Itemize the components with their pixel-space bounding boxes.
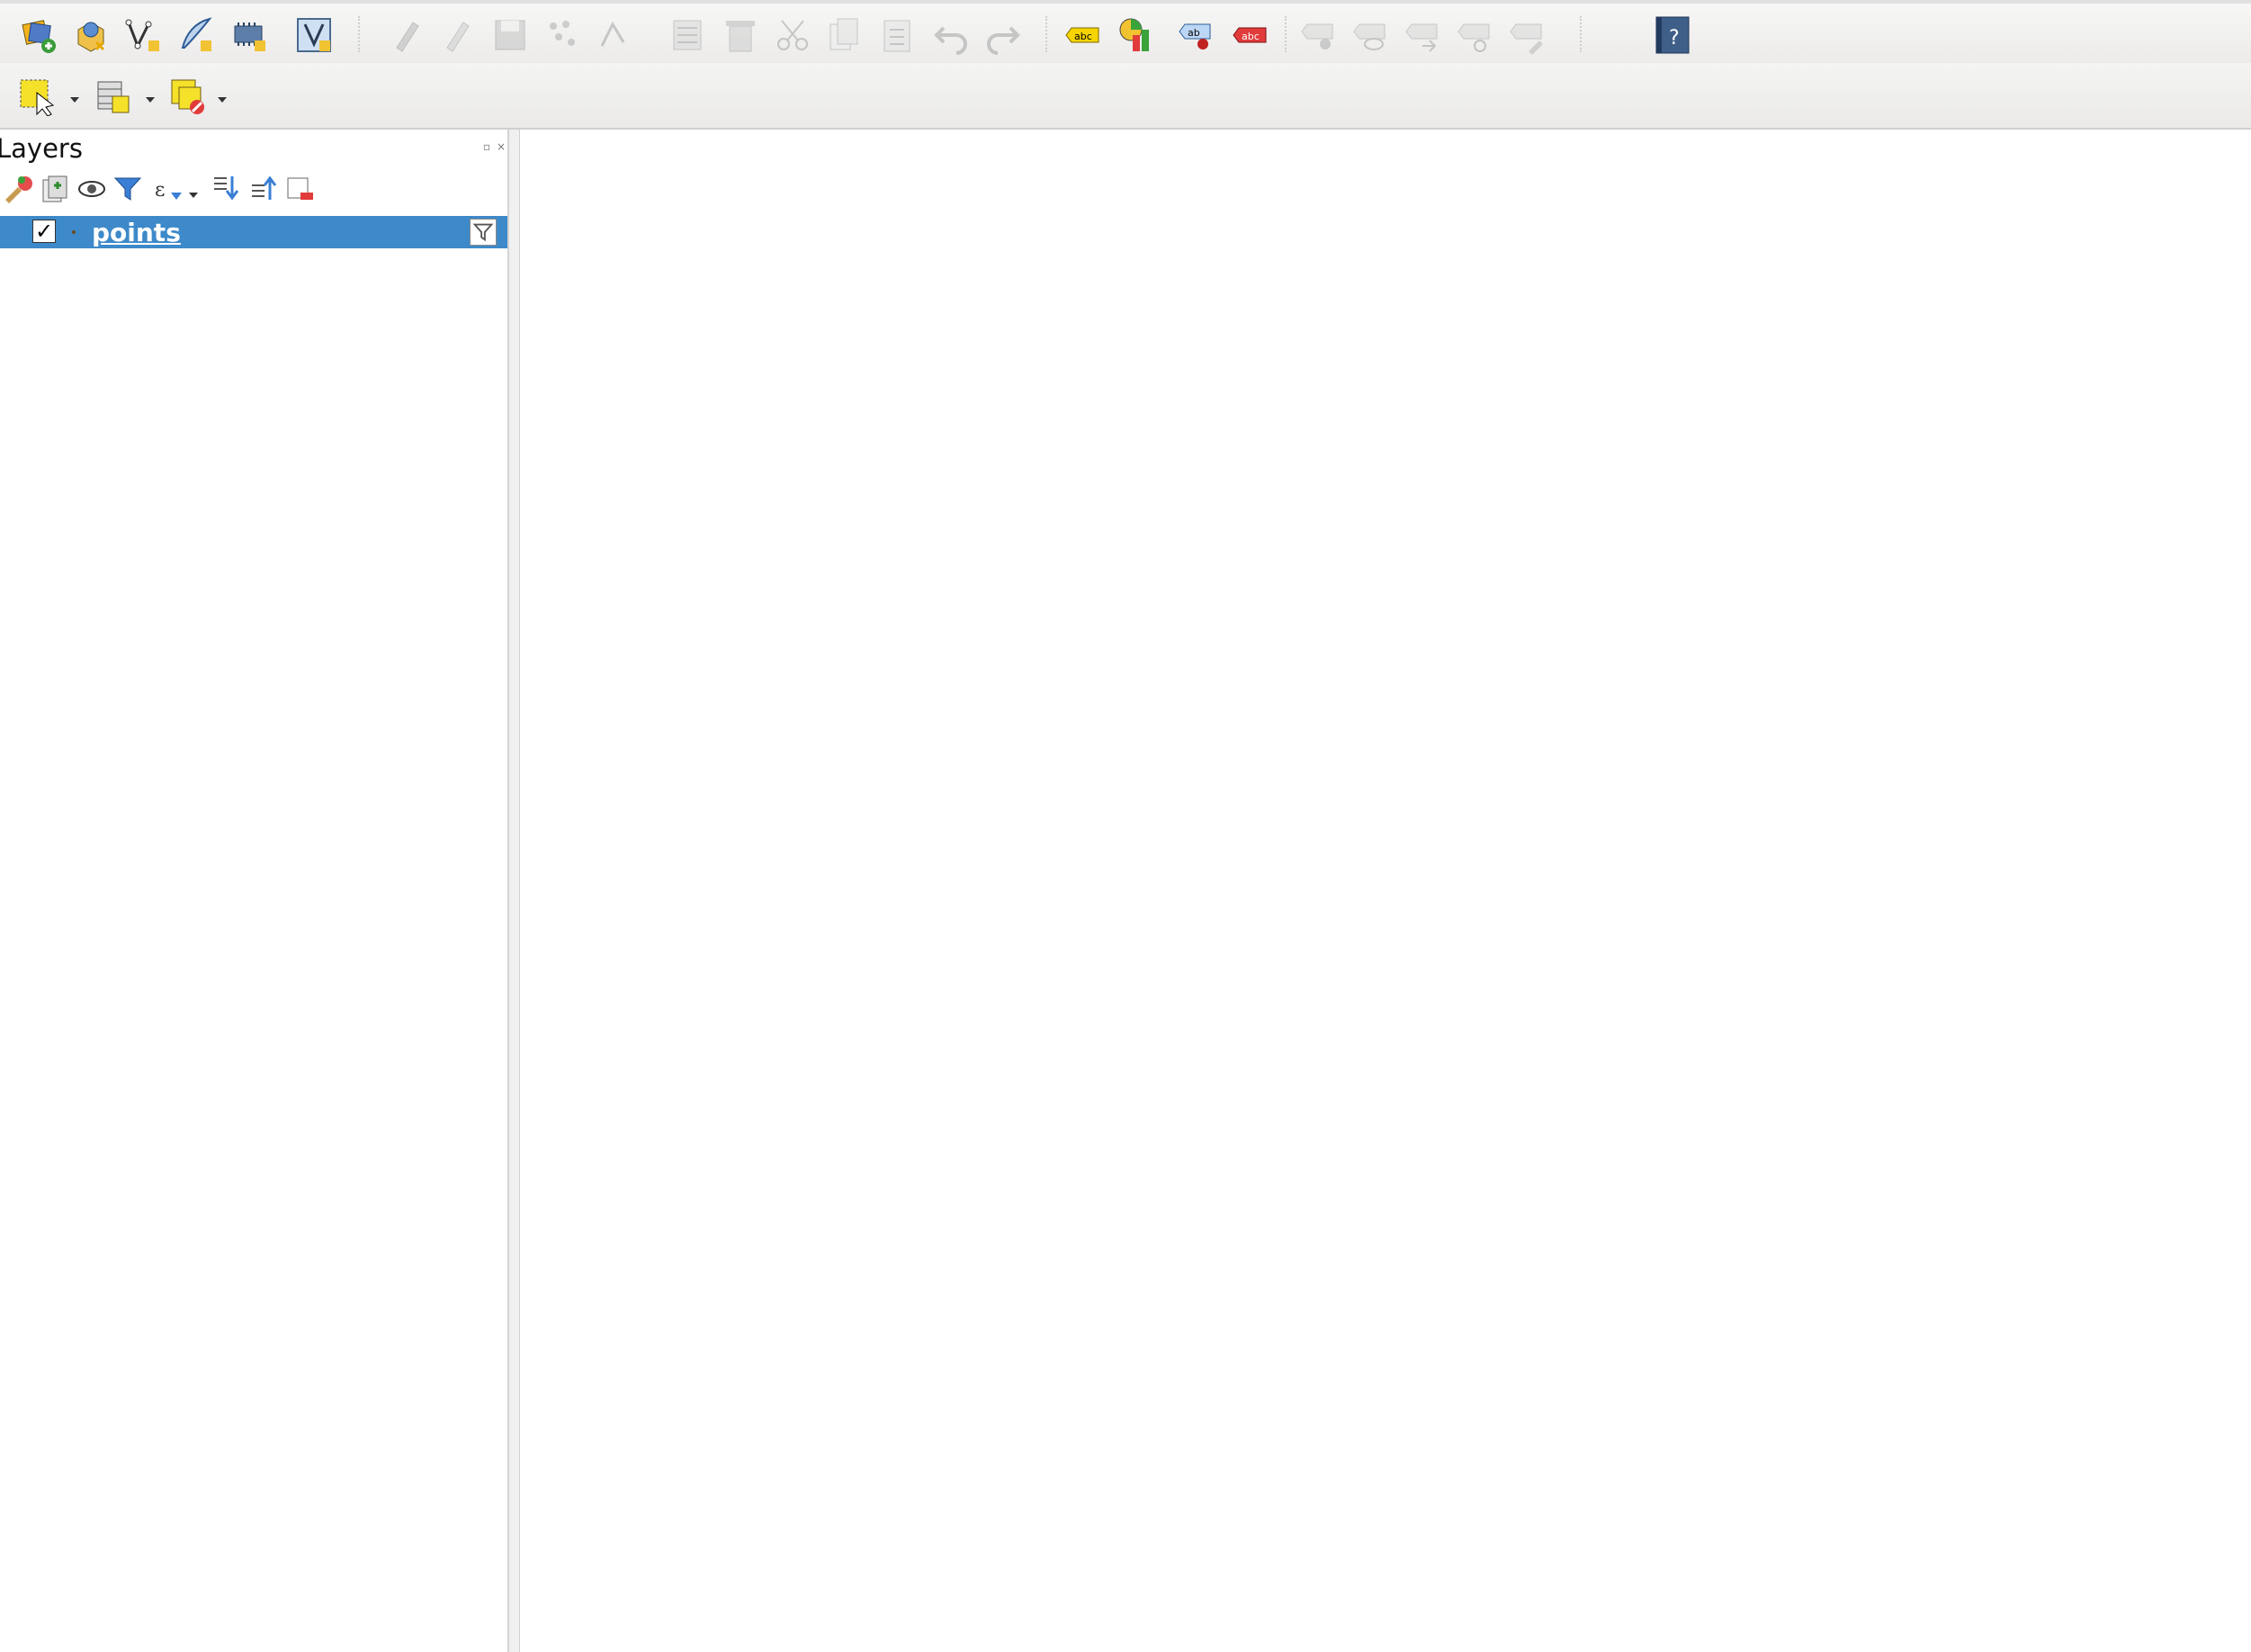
layers-panel: Layers ▫ × ε ✓ points: [0, 130, 509, 1652]
new-spatialite-layer-icon[interactable]: [175, 14, 216, 56]
highlight-labels-icon[interactable]: abc: [1229, 14, 1270, 56]
select-features-icon[interactable]: [16, 76, 58, 117]
label-toolbar-icon[interactable]: abc: [1062, 14, 1103, 56]
float-panel-icon[interactable]: ▫: [480, 140, 493, 153]
svg-text:ε: ε: [155, 179, 165, 202]
cut-features-icon[interactable]: [772, 14, 813, 56]
chevron-down-icon[interactable]: [68, 94, 81, 106]
panel-splitter[interactable]: [509, 130, 520, 1652]
help-icon[interactable]: ?: [1652, 14, 1693, 56]
copy-features-icon[interactable]: [824, 14, 865, 56]
delete-selected-icon[interactable]: [720, 14, 761, 56]
svg-text:abc: abc: [1242, 31, 1260, 42]
svg-text:abc: abc: [1074, 31, 1092, 42]
new-temporary-layer-icon[interactable]: [229, 14, 270, 56]
save-layer-edits-icon[interactable]: [489, 14, 531, 56]
diagram-options-icon[interactable]: [1116, 14, 1157, 56]
chevron-down-icon[interactable]: [144, 94, 157, 106]
deselect-features-icon[interactable]: [167, 76, 209, 117]
undo-icon[interactable]: [930, 14, 972, 56]
layers-toolbar: ε: [0, 169, 504, 211]
remove-layer-icon[interactable]: [284, 173, 317, 205]
change-label-icon[interactable]: [1402, 14, 1443, 56]
selection-toolbar: [0, 63, 2251, 130]
new-virtual-layer-icon[interactable]: [293, 14, 335, 56]
map-canvas[interactable]: [520, 130, 2251, 1652]
points-layer-render: [520, 130, 2251, 1652]
modify-attributes-icon[interactable]: [668, 14, 709, 56]
collapse-all-icon[interactable]: [247, 173, 279, 205]
layer-item-points[interactable]: ✓ points: [0, 216, 507, 248]
filter-legend-icon[interactable]: [112, 173, 144, 205]
current-edits-icon[interactable]: [387, 14, 428, 56]
point-symbol-icon: [72, 230, 76, 234]
svg-text:ab: ab: [1188, 27, 1200, 39]
show-hide-labels-icon[interactable]: [1350, 14, 1391, 56]
layer-visibility-checkbox[interactable]: ✓: [32, 220, 56, 243]
open-data-source-manager-icon[interactable]: [18, 14, 59, 56]
toggle-editing-icon[interactable]: [437, 14, 479, 56]
redo-icon[interactable]: [982, 14, 1024, 56]
style-brush-icon[interactable]: [2, 173, 34, 205]
manage-visibility-icon[interactable]: [76, 173, 108, 205]
add-group-icon[interactable]: [38, 173, 70, 205]
attribute-table-icon[interactable]: [92, 76, 133, 117]
rotate-label-icon[interactable]: [1454, 14, 1495, 56]
close-panel-icon[interactable]: ×: [495, 140, 507, 153]
paste-features-icon[interactable]: [876, 14, 918, 56]
vertex-tool-icon[interactable]: [596, 14, 637, 56]
panel-title: Layers: [0, 133, 83, 164]
chevron-down-icon[interactable]: [216, 94, 229, 106]
add-point-feature-icon[interactable]: [542, 14, 583, 56]
pin-labels-icon[interactable]: ab: [1175, 14, 1216, 56]
svg-text:?: ?: [1669, 27, 1680, 49]
filter-expression-icon[interactable]: ε: [151, 173, 184, 205]
layer-filter-icon[interactable]: [470, 219, 497, 246]
chevron-down-icon[interactable]: [187, 189, 200, 202]
move-label-icon[interactable]: [1297, 14, 1339, 56]
layer-name[interactable]: points: [92, 218, 181, 247]
new-geopackage-layer-icon[interactable]: [70, 14, 112, 56]
expand-all-icon[interactable]: [209, 173, 241, 205]
main-toolbar: abc ab abc ?: [0, 0, 2251, 63]
edit-label-icon[interactable]: [1506, 14, 1547, 56]
new-shapefile-layer-icon[interactable]: [122, 14, 164, 56]
